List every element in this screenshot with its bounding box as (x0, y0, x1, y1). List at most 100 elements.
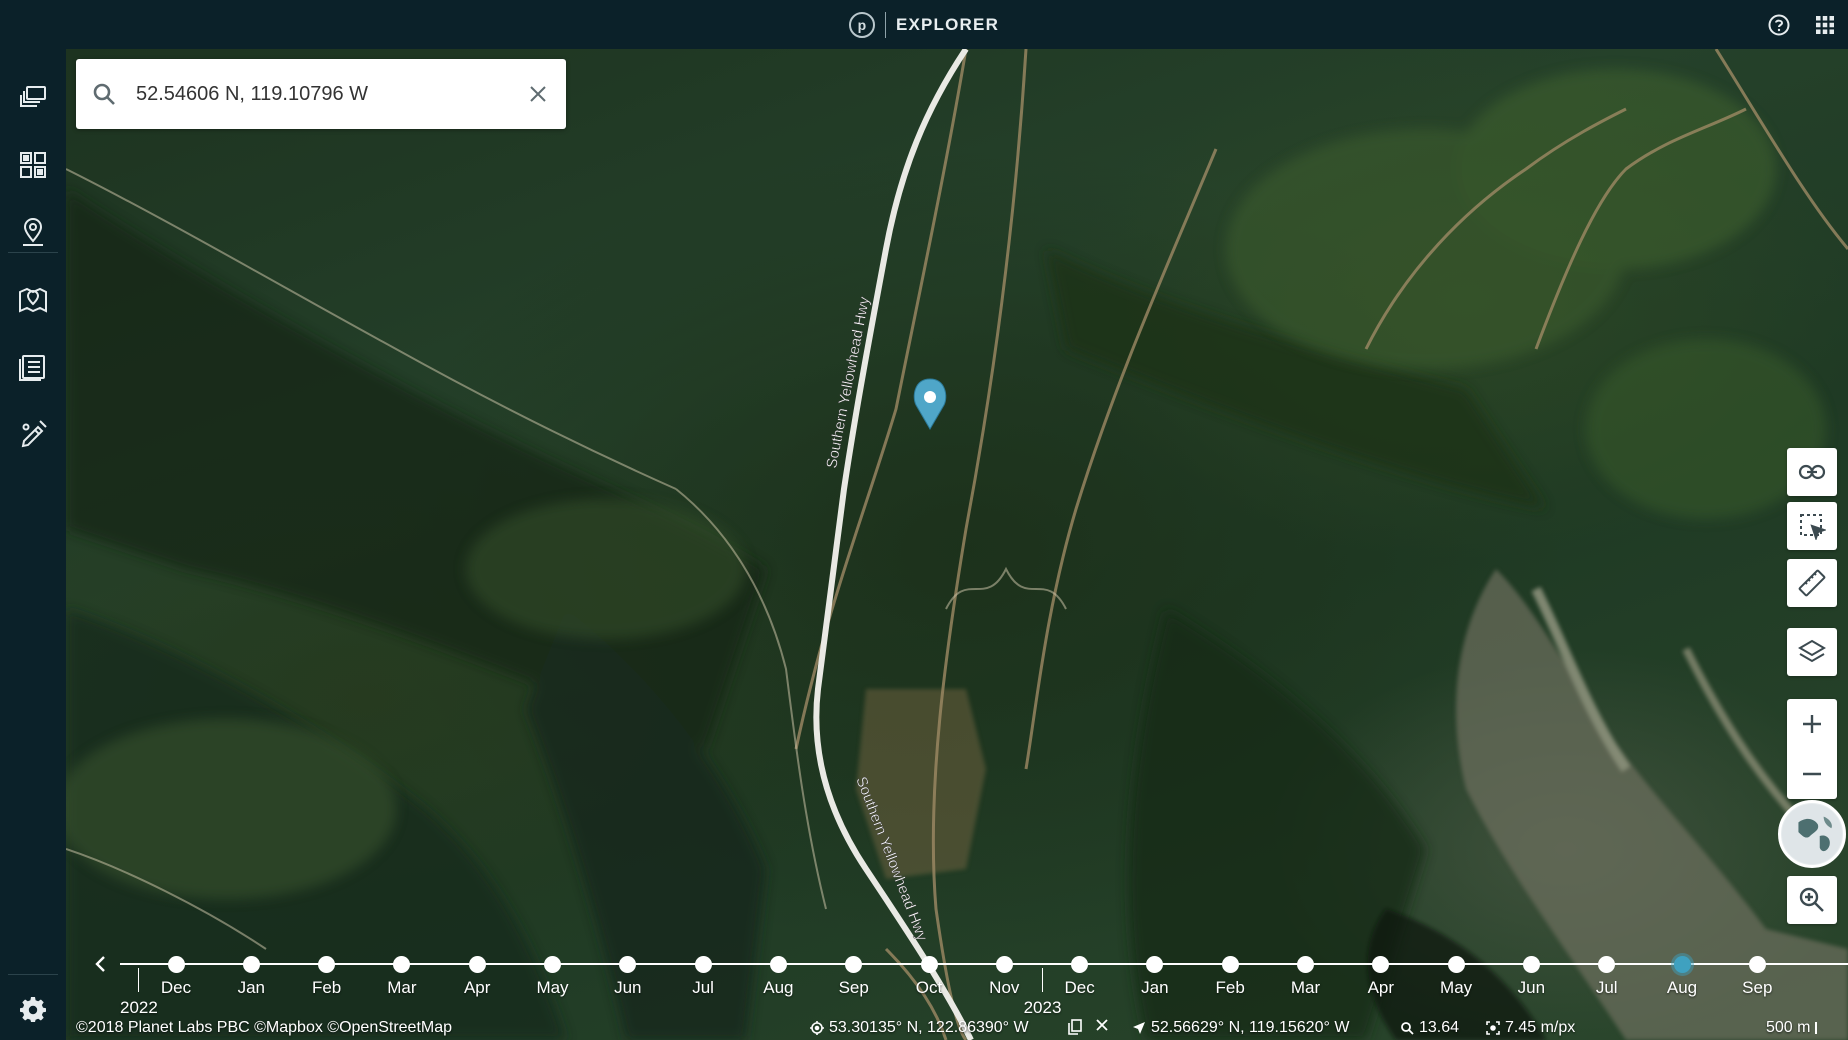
timeline-month-dot[interactable] (318, 956, 336, 973)
timeline-month-dot[interactable] (1221, 956, 1239, 973)
planet-logo-icon: p (848, 11, 875, 38)
timeline-month-dot[interactable] (167, 956, 185, 973)
timeline-month-dot[interactable] (845, 956, 863, 973)
timeline-track (120, 963, 1848, 965)
timeline-month-dot[interactable] (544, 956, 561, 973)
timeline-month-dot[interactable] (1522, 956, 1540, 973)
timeline-month-label[interactable]: Aug (748, 978, 808, 998)
timeline-month-label[interactable]: Feb (1200, 978, 1260, 998)
timeline-month-label[interactable]: May (1426, 978, 1486, 998)
timeline-month-dot[interactable] (694, 956, 712, 973)
zoom-in-button[interactable] (1787, 699, 1837, 749)
status-bar: ©2018 Planet Labs PBC ©Mapbox ©OpenStree… (66, 1016, 1848, 1040)
timeline-month-label[interactable]: Nov (974, 978, 1034, 998)
zoom-level-text: 13.64 (1419, 1019, 1460, 1036)
list-document-icon[interactable] (0, 334, 66, 400)
timeline-month-dot[interactable] (468, 956, 486, 973)
draw-tools-icon[interactable] (0, 401, 66, 467)
timeline-month-label[interactable]: Mar (372, 978, 432, 998)
timeline-month-label[interactable]: Feb (297, 978, 357, 998)
timeline-month-dot[interactable] (1372, 956, 1390, 973)
globe-icon[interactable] (1778, 800, 1846, 868)
timeline-month-dot[interactable] (619, 956, 637, 973)
timeline-month-label[interactable]: May (523, 978, 583, 998)
timeline-month-label[interactable]: Apr (447, 978, 507, 998)
timeline-month-label[interactable]: Sep (824, 978, 884, 998)
zoom-out-button[interactable] (1787, 749, 1837, 799)
zoom-controls (1787, 699, 1837, 799)
app-title: EXPLORER (895, 14, 1000, 34)
timeline-year-label: 2022 (120, 998, 158, 1017)
mosaic-grid-icon[interactable] (0, 132, 66, 198)
brand-divider (884, 11, 886, 38)
timeline-month-dot[interactable] (393, 956, 411, 973)
copy-icon[interactable] (1068, 1019, 1082, 1035)
clear-coords-icon[interactable] (1096, 1019, 1108, 1031)
search-box (76, 59, 566, 129)
scale-text: 500 m (1766, 1019, 1811, 1036)
timeline-month-dot[interactable] (995, 956, 1013, 973)
left-sidebar (0, 49, 66, 1040)
map-terrain: Southern Yellowhead Hwy Southern Yellowh… (66, 49, 1848, 1040)
timeline-month-dot[interactable] (1598, 956, 1616, 973)
sidebar-divider (8, 252, 58, 253)
timeline-month-label[interactable]: Dec (146, 978, 206, 998)
sidebar-divider-bottom (8, 974, 58, 975)
close-icon[interactable] (510, 59, 566, 129)
timeline-month-dot[interactable] (1071, 956, 1089, 973)
timeline-month-label[interactable]: Mar (1276, 978, 1336, 998)
timeline-month-dot[interactable] (1146, 956, 1164, 973)
timeline-month-label[interactable]: Apr (1351, 978, 1411, 998)
timeline-month-label[interactable]: Dec (1050, 978, 1110, 998)
magnify-zoom-icon[interactable] (1787, 876, 1837, 924)
timeline-month-dot[interactable] (769, 956, 787, 973)
help-circle-icon[interactable] (1756, 0, 1802, 49)
resolution: 7.45 m/px (1486, 1019, 1575, 1037)
gear-icon[interactable] (0, 976, 66, 1040)
search-icon[interactable] (76, 82, 132, 106)
resolution-icon (1486, 1021, 1500, 1035)
timeline-month-label[interactable]: Oct (899, 978, 959, 998)
timeline-month-dot[interactable] (1447, 956, 1465, 973)
timeline-month-dot[interactable] (1297, 956, 1314, 973)
top-right-actions (1756, 0, 1848, 49)
map-scale: 500 m (1766, 1019, 1818, 1037)
chevron-left-icon[interactable] (86, 949, 116, 979)
timeline-month-label[interactable]: Jan (1125, 978, 1185, 998)
select-area-icon[interactable] (1787, 502, 1837, 550)
apps-grid-icon[interactable] (1802, 0, 1848, 49)
link-icon[interactable] (1787, 448, 1837, 496)
ruler-icon[interactable] (1787, 559, 1837, 607)
timeline-month-label[interactable]: Aug (1652, 978, 1712, 998)
center-coordinates-text: 52.56629° N, 119.15620° W (1151, 1019, 1350, 1036)
map-pin-icon[interactable] (0, 267, 66, 333)
layers-stack-icon[interactable] (0, 65, 66, 131)
timeline-month-label[interactable]: Jun (1501, 978, 1561, 998)
imagery-timeline: Dec Jan Feb Mar Apr May Jun Jul Aug Sep Oct Nov Dec J… (66, 946, 1848, 1017)
location-pin-icon[interactable] (0, 199, 66, 265)
search-input[interactable] (132, 82, 510, 106)
cursor-coordinates-text: 53.30135° N, 122.86390° W (829, 1019, 1029, 1036)
navigation-arrow-icon (1133, 1022, 1145, 1034)
scale-bar-end (1815, 1022, 1818, 1034)
explorer-app: Southern Yellowhead Hwy Southern Yellowh… (0, 0, 1848, 1040)
timeline-month-label[interactable]: Jul (1577, 978, 1637, 998)
target-icon (810, 1021, 824, 1035)
timeline-month-dot[interactable] (1673, 956, 1691, 973)
location-marker[interactable] (913, 378, 947, 430)
timeline-year-tick (1041, 968, 1043, 992)
timeline-month-label[interactable]: Jul (673, 978, 733, 998)
timeline-month-label[interactable]: Jun (598, 978, 658, 998)
zoom-search-icon (1401, 1021, 1414, 1035)
timeline-month-dot[interactable] (242, 956, 260, 973)
brand: p EXPLORER (848, 11, 1000, 38)
timeline-month-dot[interactable] (920, 956, 938, 973)
timeline-month-label[interactable]: Jan (221, 978, 281, 998)
satellite-map[interactable]: Southern Yellowhead Hwy Southern Yellowh… (66, 49, 1848, 1040)
cursor-coordinates: 53.30135° N, 122.86390° W (810, 1019, 1029, 1037)
timeline-month-label[interactable]: Sep (1727, 978, 1787, 998)
layers-icon[interactable] (1787, 628, 1837, 676)
zoom-level: 13.64 (1401, 1019, 1459, 1037)
timeline-month-dot[interactable] (1748, 956, 1766, 973)
map-attribution: ©2018 Planet Labs PBC ©Mapbox ©OpenStree… (76, 1019, 453, 1036)
